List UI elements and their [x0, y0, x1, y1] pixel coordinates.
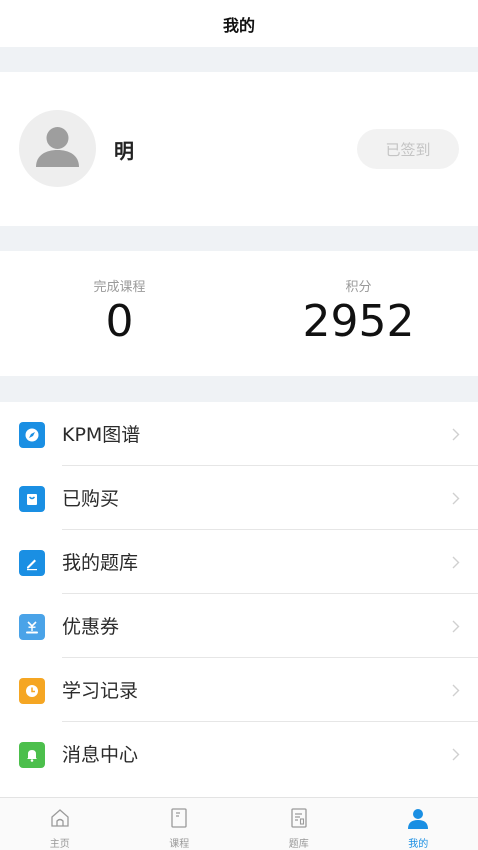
menu-item-my-question-bank[interactable]: 我的题库 — [0, 530, 478, 594]
stat-value: 0 — [105, 296, 134, 347]
chevron-right-icon — [452, 748, 460, 761]
menu-item-study-records[interactable]: 学习记录 — [0, 658, 478, 722]
chevron-right-icon — [452, 492, 460, 505]
home-icon — [51, 809, 69, 827]
clock-icon — [19, 678, 45, 704]
tab-courses[interactable]: 课程 — [120, 798, 240, 850]
menu-item-kpm-map[interactable]: KPM图谱 — [0, 402, 478, 466]
tab-label: 我的 — [408, 839, 429, 850]
user-icon — [408, 809, 429, 829]
chevron-right-icon — [452, 620, 460, 633]
checkin-label: 已签到 — [385, 140, 431, 159]
avatar[interactable] — [19, 110, 96, 187]
menu-item-label: 已购买 — [62, 488, 120, 510]
tab-question-bank[interactable]: 题库 — [239, 798, 359, 850]
compass-icon — [19, 422, 45, 448]
pencil-icon — [19, 550, 45, 576]
stat-points[interactable]: 积分 2952 — [239, 251, 478, 376]
checkin-button[interactable]: 已签到 — [357, 129, 459, 169]
menu-item-label: 消息中心 — [62, 744, 139, 766]
quiz-icon — [291, 808, 307, 828]
stat-value: 2952 — [302, 296, 415, 347]
chevron-right-icon — [452, 684, 460, 697]
menu-item-coupons[interactable]: 优惠券 — [0, 594, 478, 658]
username: 明 — [114, 139, 134, 163]
menu-item-label: 学习记录 — [62, 680, 139, 702]
bag-icon — [19, 486, 45, 512]
page-title: 我的 — [222, 15, 255, 35]
tab-mine[interactable]: 我的 — [359, 798, 478, 850]
chevron-right-icon — [452, 556, 460, 569]
chevron-right-icon — [452, 428, 460, 441]
section-gap — [0, 47, 478, 72]
menu-item-message-center[interactable]: 消息中心 — [0, 722, 478, 786]
page-header: 我的 — [0, 0, 478, 47]
menu-item-label: 优惠券 — [62, 616, 120, 638]
profile-card: 明 已签到 — [0, 72, 478, 226]
user-placeholder-icon — [36, 127, 79, 167]
menu-item-label: KPM图谱 — [62, 424, 141, 446]
bell-icon — [19, 742, 45, 768]
stat-label: 完成课程 — [93, 280, 146, 295]
stat-label: 积分 — [345, 280, 372, 295]
menu-list: KPM图谱 已购买 我的题库 优惠券 学习记录 消息中心 — [0, 402, 478, 786]
menu-item-purchased[interactable]: 已购买 — [0, 466, 478, 530]
bottom-tab-bar: 主页 课程 题库 我的 — [0, 797, 478, 850]
tab-label: 题库 — [288, 839, 309, 850]
section-gap — [0, 226, 478, 251]
book-icon — [171, 808, 187, 828]
coupon-icon — [19, 614, 45, 640]
tab-home[interactable]: 主页 — [0, 798, 120, 850]
tab-label: 课程 — [169, 839, 190, 850]
app-root: 我的 明 已签到 完成课程 0 积分 2952 KPM图谱 已购买 我的题库 优… — [0, 0, 478, 850]
section-gap — [0, 376, 478, 402]
tab-label: 主页 — [49, 839, 70, 850]
menu-item-label: 我的题库 — [62, 552, 139, 574]
stat-completed-courses[interactable]: 完成课程 0 — [0, 251, 239, 376]
stats-panel: 完成课程 0 积分 2952 — [0, 251, 478, 376]
